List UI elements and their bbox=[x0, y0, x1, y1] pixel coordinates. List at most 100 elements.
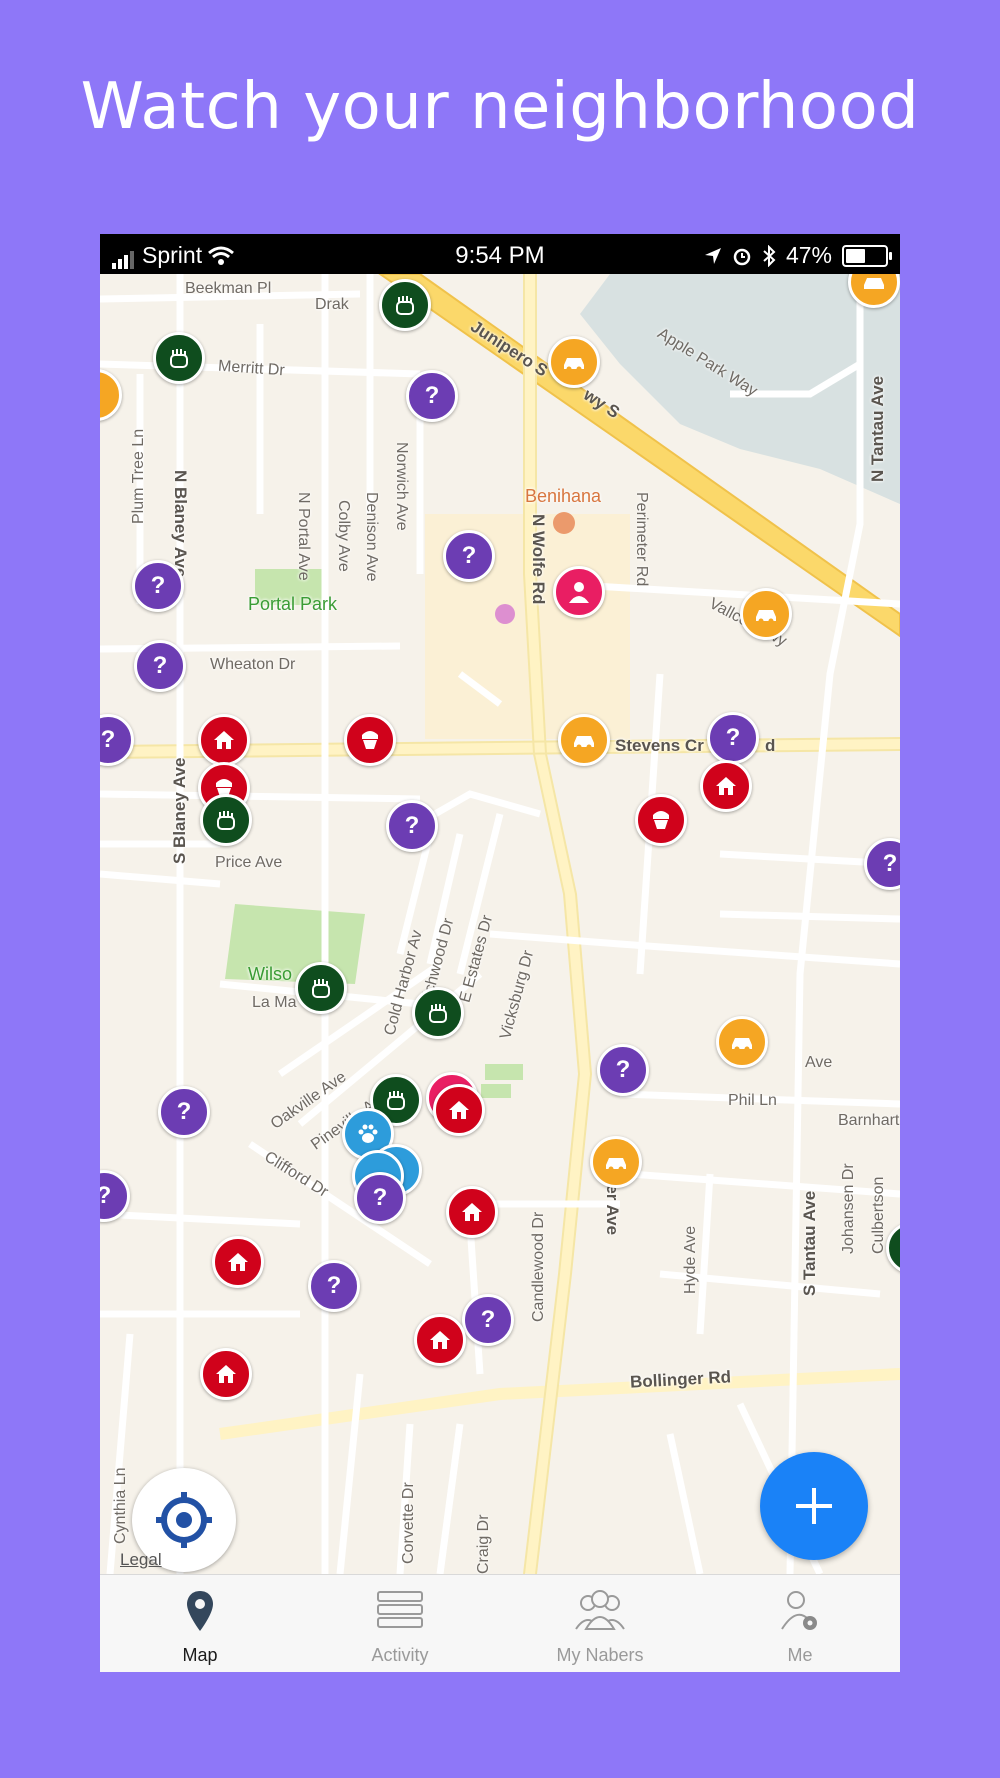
street-label: Candlewood Dr bbox=[530, 1211, 547, 1322]
street-label: Price Ave bbox=[215, 854, 283, 871]
car-pin[interactable] bbox=[548, 336, 600, 388]
home-pin[interactable] bbox=[212, 1236, 264, 1288]
crosshair-icon bbox=[156, 1492, 212, 1548]
map-view[interactable]: Beekman Pl Drak Merritt Dr Plum Tree Ln … bbox=[100, 274, 900, 1574]
restaurant-icon bbox=[553, 512, 575, 534]
tab-me[interactable]: Me bbox=[700, 1575, 900, 1672]
street-label: Ave bbox=[805, 1054, 833, 1071]
tab-activity[interactable]: Activity bbox=[300, 1575, 500, 1672]
park-label: Wilso bbox=[248, 964, 292, 984]
robber-pin[interactable] bbox=[344, 714, 396, 766]
robber-icon bbox=[653, 811, 669, 829]
home-pin[interactable] bbox=[200, 1348, 252, 1400]
question-pin[interactable]: ? bbox=[354, 1172, 406, 1224]
tab-label: Activity bbox=[371, 1645, 429, 1665]
car-icon bbox=[564, 358, 584, 372]
street-label: Colby Ave bbox=[335, 500, 352, 572]
street-label: N Blaney Ave bbox=[171, 470, 190, 578]
street-label: Phil Ln bbox=[728, 1092, 777, 1109]
park-label: Portal Park bbox=[248, 594, 338, 614]
theater-icon bbox=[495, 604, 515, 624]
tab-label: Map bbox=[182, 1645, 218, 1665]
add-report-button[interactable] bbox=[760, 1452, 868, 1560]
car-pin[interactable] bbox=[716, 1016, 768, 1068]
question-pin[interactable]: ? bbox=[158, 1086, 210, 1138]
home-pin[interactable] bbox=[433, 1084, 485, 1136]
burglar-pin[interactable] bbox=[295, 962, 347, 1014]
car-icon bbox=[756, 610, 776, 624]
location-arrow-icon bbox=[704, 247, 721, 264]
street-label: S Tantau Ave bbox=[800, 1190, 819, 1296]
street-label: N Portal Ave bbox=[295, 492, 312, 581]
street-label: Denison Ave bbox=[363, 492, 380, 582]
person-pin[interactable] bbox=[553, 566, 605, 618]
street-label: Wheaton Dr bbox=[210, 656, 296, 673]
street-label: d bbox=[765, 736, 776, 755]
home-icon bbox=[462, 1203, 482, 1221]
fist-icon bbox=[396, 296, 414, 315]
home-icon bbox=[449, 1101, 469, 1119]
question-pin[interactable]: ? bbox=[134, 640, 186, 692]
burglar-pin[interactable] bbox=[153, 332, 205, 384]
home-pin[interactable] bbox=[198, 714, 250, 766]
question-pin[interactable]: ? bbox=[406, 370, 458, 422]
burglar-pin[interactable] bbox=[200, 794, 252, 846]
robber-icon bbox=[362, 731, 378, 749]
home-icon bbox=[430, 1331, 450, 1349]
street-label: Culbertson bbox=[870, 1176, 887, 1254]
paw-icon bbox=[358, 1124, 378, 1143]
street-label: Craig Dr bbox=[475, 1514, 492, 1574]
legal-link[interactable]: Legal bbox=[120, 1550, 162, 1570]
tab-label: Me bbox=[787, 1645, 813, 1665]
home-pin[interactable] bbox=[446, 1186, 498, 1238]
street-label: Beekman Pl bbox=[185, 280, 272, 297]
alarm-icon bbox=[733, 248, 751, 265]
car-pin[interactable] bbox=[590, 1136, 642, 1188]
home-pin[interactable] bbox=[700, 760, 752, 812]
home-icon bbox=[716, 777, 736, 795]
street-label: N Wolfe Rd bbox=[529, 514, 548, 605]
street-label: N Tantau Ave bbox=[868, 375, 887, 482]
burglar-pin[interactable] bbox=[412, 987, 464, 1039]
map-pin-icon bbox=[187, 1591, 213, 1631]
people-icon bbox=[575, 1590, 625, 1630]
question-pin[interactable]: ? bbox=[443, 530, 495, 582]
street-label: Hyde Ave bbox=[682, 1225, 699, 1294]
status-bar: Sprint 9:54 PM 47% bbox=[100, 234, 900, 274]
fist-icon bbox=[429, 1004, 447, 1023]
battery-icon bbox=[842, 244, 892, 267]
bluetooth-icon bbox=[763, 244, 776, 267]
question-pin[interactable]: ? bbox=[462, 1294, 514, 1346]
tab-map[interactable]: Map bbox=[100, 1575, 300, 1672]
phone-screen: Sprint 9:54 PM 47% Beekman Pl Drak Merri… bbox=[100, 234, 900, 1672]
burglar-pin[interactable] bbox=[379, 279, 431, 331]
street-label: Norwich Ave bbox=[393, 442, 410, 531]
question-pin[interactable]: ? bbox=[707, 712, 759, 764]
plus-icon bbox=[796, 1488, 832, 1524]
fist-icon bbox=[217, 811, 235, 830]
user-settings-icon bbox=[781, 1591, 817, 1630]
restaurant-label: Benihana bbox=[525, 486, 602, 506]
home-icon bbox=[228, 1253, 248, 1271]
question-pin[interactable]: ? bbox=[132, 560, 184, 612]
street-label: S Blaney Ave bbox=[170, 757, 189, 864]
fist-icon bbox=[170, 349, 188, 368]
tab-bar: Map Activity My Nabers Me bbox=[100, 1574, 900, 1672]
car-icon bbox=[574, 736, 594, 750]
tab-my-nabers[interactable]: My Nabers bbox=[500, 1575, 700, 1672]
street-label: Perimeter Rd bbox=[633, 492, 650, 587]
fist-icon bbox=[387, 1091, 405, 1110]
question-pin[interactable]: ? bbox=[308, 1260, 360, 1312]
street-label: Johansen Dr bbox=[840, 1163, 857, 1254]
question-pin[interactable]: ? bbox=[386, 800, 438, 852]
question-pin[interactable]: ? bbox=[597, 1044, 649, 1096]
car-pin[interactable] bbox=[558, 714, 610, 766]
car-icon bbox=[732, 1038, 752, 1052]
tab-label: My Nabers bbox=[556, 1645, 644, 1665]
robber-pin[interactable] bbox=[635, 794, 687, 846]
street-label: La Ma bbox=[252, 994, 297, 1011]
home-pin[interactable] bbox=[414, 1314, 466, 1366]
car-icon bbox=[864, 278, 884, 289]
street-label: Cynthia Ln bbox=[112, 1467, 129, 1545]
car-pin[interactable] bbox=[740, 588, 792, 640]
